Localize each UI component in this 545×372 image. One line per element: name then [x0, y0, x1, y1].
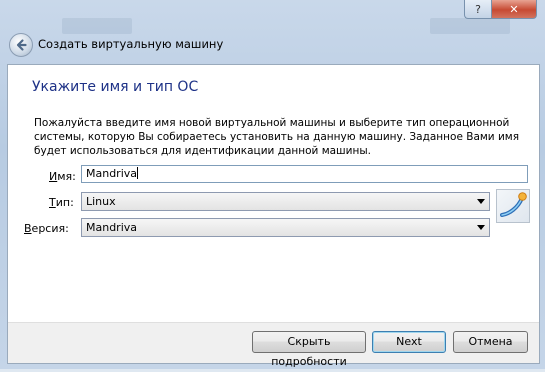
type-label: Тип: [49, 196, 74, 209]
name-input[interactable]: Mandriva [81, 165, 528, 183]
wizard-content: Укажите имя и тип ОС Пожалуйста введите … [7, 64, 540, 368]
version-label: Версия: [24, 222, 69, 235]
chevron-down-icon [477, 199, 485, 204]
close-button[interactable]: ✕ [491, 0, 537, 19]
text-cursor [137, 167, 139, 179]
help-button[interactable]: ? [464, 0, 491, 19]
version-select[interactable]: Mandriva [81, 218, 490, 237]
window-title: Создать виртуальную машину [38, 37, 224, 51]
page-heading: Укажите имя и тип ОС [32, 79, 199, 95]
name-label: Имя: [49, 170, 76, 183]
caption-buttons: ? ✕ [464, 0, 537, 19]
mandriva-linux-icon [496, 189, 530, 223]
hide-details-button[interactable]: Скрыть подробности [252, 331, 366, 368]
window-frame: ? ✕ Создать виртуальную машину Укажите и… [0, 0, 545, 369]
background-window-ghost [430, 18, 510, 34]
back-arrow-icon [16, 39, 27, 51]
cancel-button[interactable]: Отмена [453, 331, 528, 353]
chevron-down-icon [477, 225, 485, 230]
next-button[interactable]: Next [372, 331, 446, 353]
type-select[interactable]: Linux [81, 192, 490, 211]
page-description: Пожалуйста введите имя новой виртуальной… [34, 117, 520, 157]
back-button[interactable] [9, 33, 33, 57]
background-window-ghost [62, 18, 132, 34]
